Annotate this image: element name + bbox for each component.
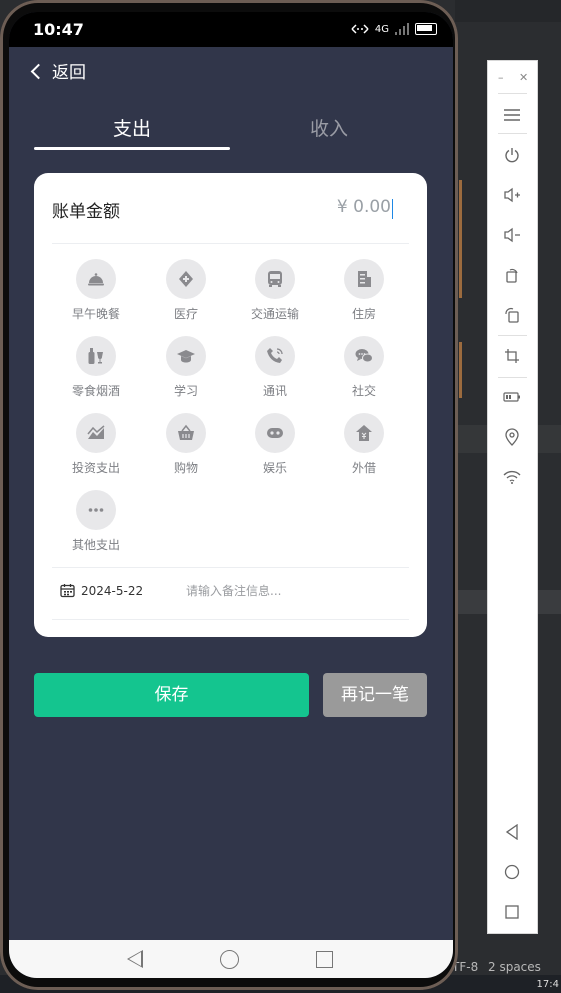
amount-row[interactable]: 账单金额 ¥ 0.00 [52, 195, 409, 225]
phone-screen: 10:47 4G 返回 支出 收入 账单金额 ¥ 0.00 早午晚餐 医疗 交通… [9, 12, 453, 978]
category-item[interactable]: 住房 [319, 259, 409, 322]
graduation-cap-icon [166, 336, 206, 376]
date-value: 2024-5-22 [81, 583, 144, 598]
category-item[interactable]: 其他支出 [51, 490, 141, 553]
nav-back-icon[interactable] [127, 950, 143, 968]
lend-house-icon [344, 413, 384, 453]
save-button[interactable]: 保存 [34, 673, 309, 717]
android-nav-bar [9, 940, 453, 978]
ide-gutter-mark-2 [459, 342, 462, 398]
divider [52, 567, 409, 568]
amount-label: 账单金额 [52, 202, 120, 222]
category-label: 投资支出 [71, 461, 120, 475]
category-item[interactable]: 学习 [141, 336, 231, 399]
nav-home-icon[interactable] [220, 950, 239, 969]
separator [498, 93, 527, 94]
phone-icon [255, 336, 295, 376]
ide-gutter-mark [459, 180, 462, 298]
back-button[interactable]: 返回 [30, 58, 86, 83]
category-item[interactable]: 医疗 [141, 259, 231, 322]
menu-icon[interactable] [500, 103, 524, 127]
category-item[interactable]: 通讯 [230, 336, 320, 399]
tab-expense[interactable]: 支出 [34, 112, 230, 152]
more-dots-icon [76, 490, 116, 530]
emu-back-icon[interactable] [500, 820, 524, 844]
volume-up-icon[interactable] [500, 183, 524, 207]
taskbar-clock: 17:4 [536, 979, 559, 990]
date-picker[interactable]: 2024-5-22 [60, 583, 143, 598]
nav-recent-icon[interactable] [316, 951, 333, 968]
chat-bubbles-icon [344, 336, 384, 376]
food-cloche-icon [76, 259, 116, 299]
category-item[interactable]: 外借 [319, 413, 409, 476]
category-label: 外借 [351, 461, 376, 475]
medical-icon [166, 259, 206, 299]
category-label: 学习 [173, 384, 198, 398]
separator [498, 335, 527, 336]
record-again-button[interactable]: 再记一笔 [323, 673, 427, 717]
status-icons: 4G [351, 23, 437, 35]
category-label: 购物 [173, 461, 198, 475]
text-caret [391, 199, 393, 219]
trend-chart-icon [76, 413, 116, 453]
emulator-toolbar: – ✕ [487, 60, 538, 934]
status-clock: 10:47 [33, 20, 84, 39]
chevron-left-icon [30, 63, 47, 79]
bus-icon [255, 259, 295, 299]
bill-card: 账单金额 ¥ 0.00 早午晚餐 医疗 交通运输 住房 零食烟酒 学习 通讯 社… [34, 173, 427, 637]
close-icon[interactable]: ✕ [519, 71, 528, 84]
wifi-icon[interactable] [500, 465, 524, 489]
category-label: 医疗 [173, 307, 198, 321]
battery-icon [415, 23, 437, 35]
note-input[interactable] [184, 577, 388, 605]
category-label: 零食烟酒 [71, 384, 120, 398]
category-label: 住房 [351, 307, 376, 321]
category-item[interactable]: 零食烟酒 [51, 336, 141, 399]
separator [498, 133, 527, 134]
emu-overview-icon[interactable] [500, 900, 524, 924]
category-item[interactable]: 购物 [141, 413, 231, 476]
category-item[interactable]: 投资支出 [51, 413, 141, 476]
rotate-left-icon[interactable] [500, 263, 524, 287]
category-label: 通讯 [262, 384, 287, 398]
battery-setting-icon[interactable] [500, 385, 524, 409]
category-label: 娱乐 [262, 461, 287, 475]
wine-icon [76, 336, 116, 376]
network-type: 4G [374, 23, 389, 35]
gamepad-icon [255, 413, 295, 453]
location-icon[interactable] [500, 425, 524, 449]
emu-home-icon[interactable] [500, 860, 524, 884]
category-label: 交通运输 [250, 307, 299, 321]
category-item[interactable]: 交通运输 [230, 259, 320, 322]
back-label: 返回 [52, 63, 86, 83]
signal-icon [395, 23, 409, 35]
volume-down-icon[interactable] [500, 223, 524, 247]
calendar-icon [60, 584, 75, 598]
separator [498, 377, 527, 378]
indent-indicator[interactable]: 2 spaces [488, 960, 541, 974]
desktop-titlebar [455, 0, 561, 22]
category-item[interactable]: 早午晚餐 [51, 259, 141, 322]
power-icon[interactable] [500, 143, 524, 167]
category-label: 社交 [351, 384, 376, 398]
type-tabs: 支出 收入 [34, 112, 427, 152]
building-icon [344, 259, 384, 299]
divider [52, 243, 409, 244]
rotate-right-icon[interactable] [500, 303, 524, 327]
tab-income[interactable]: 收入 [231, 112, 427, 152]
category-item[interactable]: 社交 [319, 336, 409, 399]
phone-status-bar: 10:47 4G [9, 12, 453, 47]
divider [52, 619, 409, 620]
amount-input[interactable]: ¥ 0.00 [337, 197, 391, 217]
minimize-icon[interactable]: – [498, 71, 504, 84]
phone-frame: 10:47 4G 返回 支出 收入 账单金额 ¥ 0.00 早午晚餐 医疗 交通… [0, 0, 458, 990]
crop-screenshot-icon[interactable] [500, 344, 524, 368]
category-label: 早午晚餐 [71, 307, 120, 321]
category-item[interactable]: 娱乐 [230, 413, 320, 476]
data-transfer-icon [351, 24, 369, 34]
category-label: 其他支出 [71, 538, 120, 552]
basket-icon [166, 413, 206, 453]
